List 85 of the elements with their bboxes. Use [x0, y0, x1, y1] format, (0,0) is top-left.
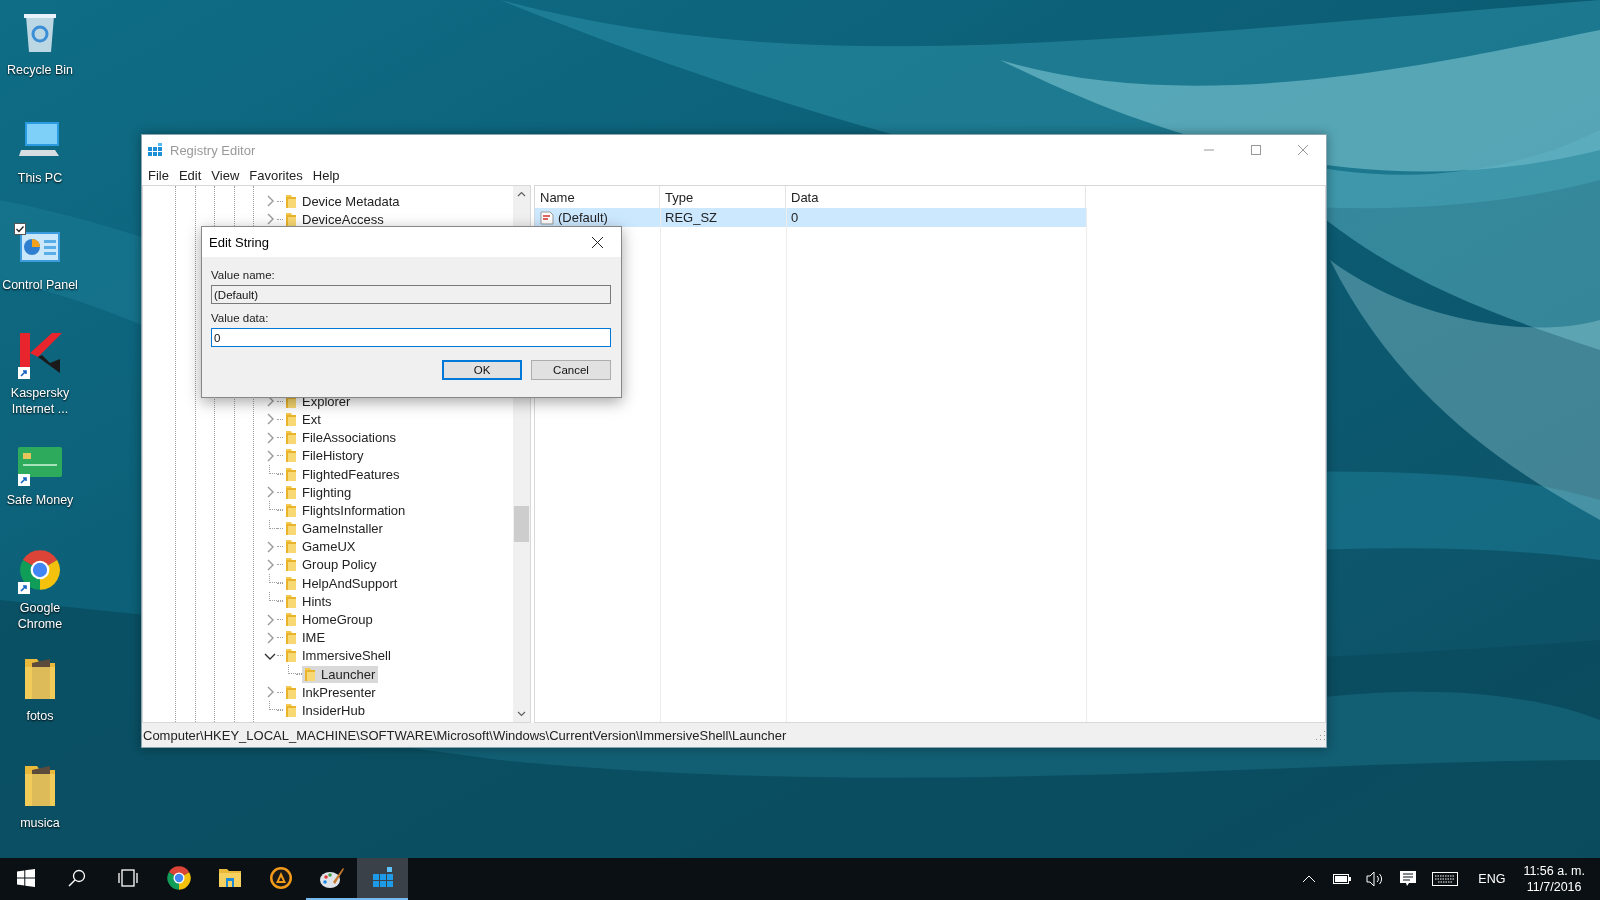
- tree-item[interactable]: FlightsInformation: [283, 501, 409, 519]
- field-label: Value data:: [211, 312, 270, 324]
- table-cell[interactable]: (Default): [535, 208, 660, 227]
- desktop-icon-label[interactable]: fotos: [1, 707, 79, 724]
- tree-item[interactable]: Device Metadata: [283, 192, 403, 210]
- input-field[interactable]: (Default): [211, 285, 611, 304]
- tree-item[interactable]: FileAssociations: [283, 429, 399, 447]
- field-label: Value name:: [211, 269, 276, 281]
- status-path: Computer\HKEY_LOCAL_MACHINE\SOFTWARE\Microsoft\Windows\CurrentVersion\ImmersiveShell\Launcher: [142, 727, 787, 743]
- folder-icon: [285, 702, 297, 718]
- menu-item[interactable]: Help: [307, 167, 345, 183]
- tree-item[interactable]: InsiderHub: [283, 701, 368, 719]
- checkbox[interactable]: [14, 223, 26, 236]
- desktop-icon-label[interactable]: Kaspersky Internet ...: [1, 384, 79, 417]
- tree-item[interactable]: Ext: [283, 410, 324, 428]
- folder-icon: [285, 575, 297, 591]
- desktop-icon-label[interactable]: Control Panel: [1, 277, 79, 294]
- table-cell: REG_SZ: [660, 208, 786, 227]
- menu-item[interactable]: Edit: [173, 167, 207, 183]
- folder-icon: [285, 612, 297, 627]
- menu-item[interactable]: Favorites: [244, 167, 308, 183]
- folder-icon: [285, 630, 297, 646]
- browser-icon: [165, 865, 192, 891]
- desktop-icon-label[interactable]: Safe Money: [1, 492, 79, 509]
- close-icon: [1297, 145, 1308, 155]
- dialog-title: Edit String: [209, 234, 270, 250]
- time-text: 11:56 a. m.: [1523, 863, 1585, 879]
- tree-item[interactable]: DeviceAccess: [283, 210, 387, 228]
- folder-icon: [285, 593, 297, 609]
- cube-icon: [370, 866, 395, 890]
- folder-icon: [285, 211, 297, 227]
- folder-icon: [285, 466, 297, 482]
- browser-icon: [18, 547, 62, 592]
- date-text: 11/7/2016: [1526, 879, 1582, 895]
- tree-item[interactable]: FileHistory: [283, 447, 367, 465]
- folder-icon: [285, 648, 297, 664]
- task-view-icon: [116, 869, 139, 887]
- palette-icon: [318, 866, 345, 890]
- language-indicator[interactable]: ENG: [1466, 872, 1516, 886]
- cube-icon: [148, 142, 163, 158]
- folder-icon: [217, 868, 242, 888]
- maximize-icon: [1250, 145, 1261, 155]
- dialog-button[interactable]: Cancel: [531, 360, 611, 380]
- windows-logo-icon: [16, 869, 35, 887]
- tree-item[interactable]: HelpAndSupport: [283, 574, 401, 592]
- menu-item[interactable]: View: [206, 167, 245, 183]
- tree-item[interactable]: GameUX: [283, 538, 359, 556]
- folder-icon: [285, 430, 297, 446]
- tree-item[interactable]: Hints: [283, 592, 335, 610]
- tree-item[interactable]: Flighting: [283, 483, 355, 501]
- folder-icon: [285, 193, 297, 209]
- desktop-icon-label[interactable]: Google Chrome: [1, 599, 79, 632]
- folder-icon: [285, 411, 297, 427]
- resize-grip-icon[interactable]: [1314, 729, 1326, 741]
- window-title: Registry Editor: [170, 142, 257, 158]
- clock[interactable]: 11:56 a. m. 11/7/2016: [1515, 863, 1593, 895]
- tree-item[interactable]: IME: [283, 629, 329, 647]
- close-icon: [592, 236, 603, 248]
- menu-item[interactable]: File: [143, 167, 174, 183]
- scroll-thumb[interactable]: [514, 506, 529, 542]
- folder-icon: [285, 684, 297, 700]
- tree-item[interactable]: GameInstaller: [283, 520, 386, 538]
- folder-icon: [285, 521, 297, 537]
- folder-icon: [285, 557, 297, 573]
- table-cell: 0: [786, 208, 1086, 227]
- desktop-icon-label[interactable]: This PC: [1, 169, 79, 186]
- tree-item[interactable]: Launcher: [302, 665, 379, 683]
- tree-item[interactable]: InkPresenter: [283, 683, 379, 701]
- search-icon: [67, 869, 86, 887]
- tree-item[interactable]: FlightedFeatures: [283, 465, 403, 483]
- folder-icon: [285, 502, 297, 518]
- tree-item[interactable]: ImmersiveShell: [283, 647, 394, 665]
- tree-item[interactable]: HomeGroup: [283, 611, 376, 628]
- tree-item[interactable]: Group Policy: [283, 556, 380, 574]
- string-value-icon: [540, 210, 554, 225]
- folder-icon: [285, 484, 297, 500]
- bank-card-icon: [17, 446, 63, 479]
- input-field[interactable]: 0: [211, 328, 611, 347]
- triangle-app-icon: [268, 866, 293, 890]
- folder-icon: [285, 448, 297, 464]
- folder-icon: [285, 539, 297, 555]
- desktop-icon-label[interactable]: Recycle Bin: [1, 62, 79, 78]
- desktop-icon-label[interactable]: musica: [1, 815, 79, 832]
- folder-icon: [304, 666, 316, 682]
- dialog-button[interactable]: OK: [442, 360, 522, 380]
